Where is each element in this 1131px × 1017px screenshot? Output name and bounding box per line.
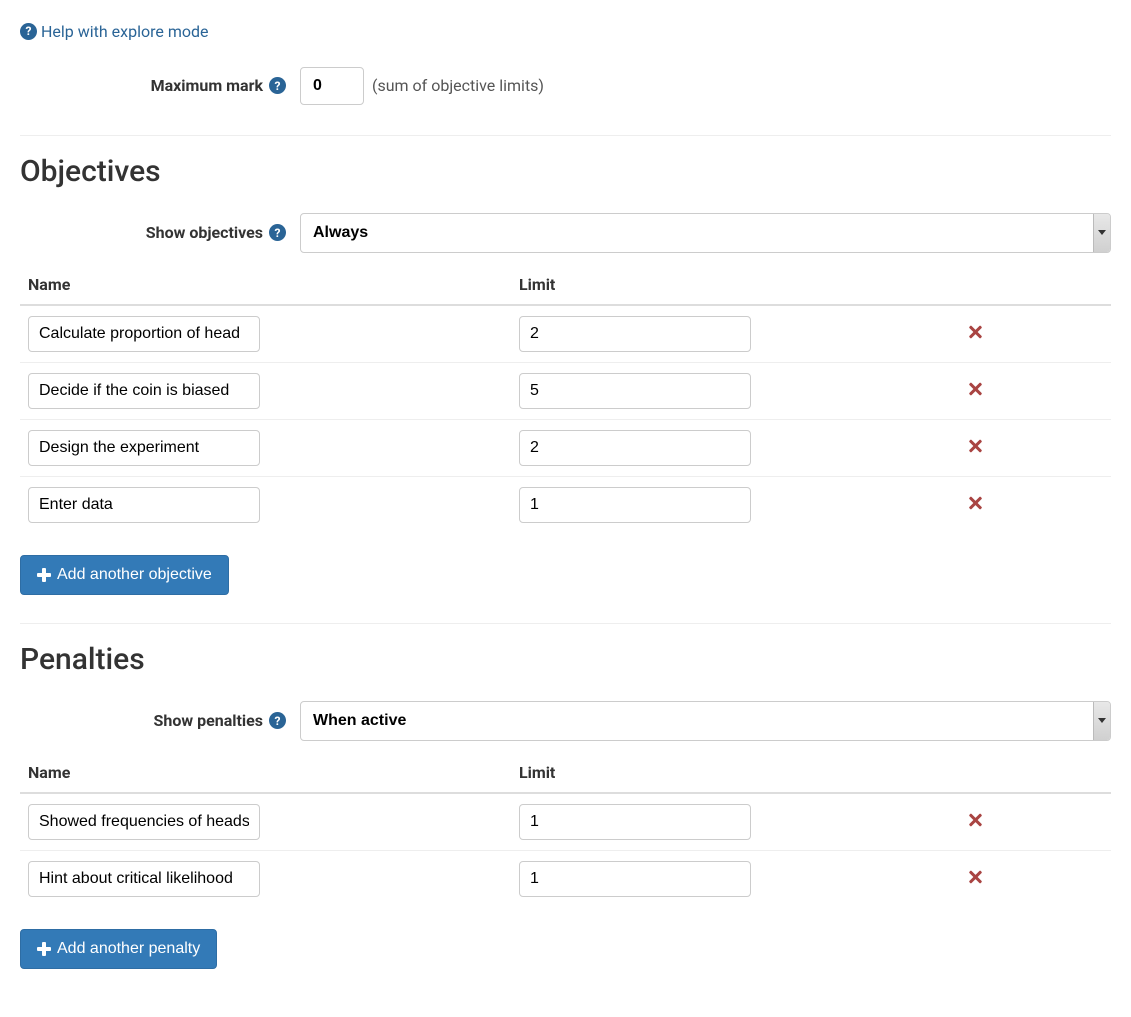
close-icon: [968, 870, 982, 884]
objectives-col-name: Name: [20, 265, 511, 305]
penalties-table: Name Limit: [20, 753, 1111, 907]
penalty-name-input[interactable]: [28, 861, 260, 897]
penalty-limit-input[interactable]: [519, 804, 751, 840]
maximum-mark-row: Maximum mark ? (sum of objective limits): [20, 59, 1111, 123]
maximum-mark-input[interactable]: [300, 67, 364, 105]
objective-limit-input[interactable]: [519, 487, 751, 523]
objective-limit-input[interactable]: [519, 430, 751, 466]
objectives-col-action: [838, 265, 1111, 305]
table-row: [20, 850, 1111, 907]
penalties-col-action: [838, 753, 1111, 793]
show-penalties-label: Show penalties: [154, 711, 263, 730]
table-row: [20, 476, 1111, 533]
objectives-table: Name Limit: [20, 265, 1111, 533]
help-link-label: Help with explore mode: [41, 22, 208, 41]
penalties-col-name: Name: [20, 753, 511, 793]
penalties-heading: Penalties: [20, 642, 1111, 677]
maximum-mark-suffix: (sum of objective limits): [372, 76, 544, 95]
help-icon[interactable]: ?: [269, 77, 286, 94]
show-penalties-label-cell: Show penalties ?: [20, 711, 300, 730]
close-icon: [968, 813, 982, 827]
add-penalty-button[interactable]: Add another penalty: [20, 929, 217, 969]
objective-name-input[interactable]: [28, 373, 260, 409]
show-objectives-label: Show objectives: [146, 223, 263, 242]
maximum-mark-label: Maximum mark: [151, 76, 263, 95]
add-objective-label: Add another objective: [57, 566, 212, 584]
close-icon: [968, 382, 982, 396]
maximum-mark-controls: (sum of objective limits): [300, 67, 1111, 105]
close-icon: [968, 439, 982, 453]
table-row: [20, 419, 1111, 476]
table-row: [20, 793, 1111, 851]
penalty-limit-input[interactable]: [519, 861, 751, 897]
close-icon: [968, 496, 982, 510]
objectives-col-limit: Limit: [511, 265, 838, 305]
objective-limit-input[interactable]: [519, 373, 751, 409]
plus-icon: [37, 568, 51, 582]
penalties-section: Penalties Show penalties ? When active N…: [20, 642, 1111, 969]
table-row: [20, 362, 1111, 419]
objective-name-input[interactable]: [28, 316, 260, 352]
divider: [20, 623, 1111, 624]
penalty-name-input[interactable]: [28, 804, 260, 840]
help-explore-link[interactable]: ? Help with explore mode: [20, 22, 208, 41]
show-objectives-label-cell: Show objectives ?: [20, 223, 300, 242]
show-penalties-select[interactable]: When active: [300, 701, 1111, 741]
help-icon[interactable]: ?: [269, 712, 286, 729]
plus-icon: [37, 942, 51, 956]
maximum-mark-label-cell: Maximum mark ?: [20, 76, 300, 95]
add-penalty-label: Add another penalty: [57, 940, 200, 958]
divider: [20, 135, 1111, 136]
show-objectives-select[interactable]: Always: [300, 213, 1111, 253]
delete-button[interactable]: [960, 376, 990, 405]
help-icon: ?: [20, 23, 37, 40]
penalties-col-limit: Limit: [511, 753, 838, 793]
objective-limit-input[interactable]: [519, 316, 751, 352]
help-icon[interactable]: ?: [269, 224, 286, 241]
delete-button[interactable]: [960, 319, 990, 348]
table-row: [20, 305, 1111, 363]
delete-button[interactable]: [960, 433, 990, 462]
delete-button[interactable]: [960, 490, 990, 519]
objectives-heading: Objectives: [20, 154, 1111, 189]
objectives-section: Objectives Show objectives ? Always Name…: [20, 154, 1111, 595]
delete-button[interactable]: [960, 807, 990, 836]
close-icon: [968, 325, 982, 339]
objective-name-input[interactable]: [28, 487, 260, 523]
add-objective-button[interactable]: Add another objective: [20, 555, 229, 595]
objective-name-input[interactable]: [28, 430, 260, 466]
delete-button[interactable]: [960, 864, 990, 893]
